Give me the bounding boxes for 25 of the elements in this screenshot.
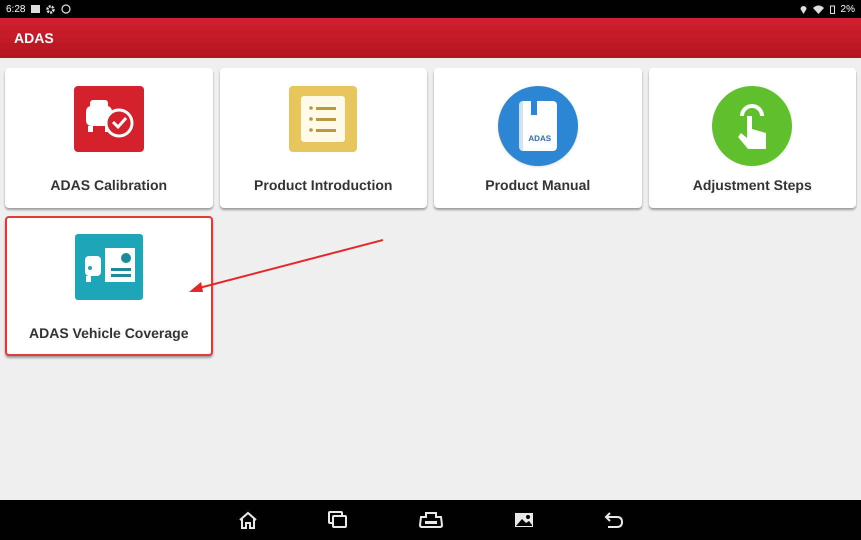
circle-icon [61, 4, 72, 14]
menu-tile[interactable]: Adjustment Steps [648, 68, 856, 208]
menu-tile[interactable]: ADAS Vehicle Coverage [5, 216, 212, 356]
book-label: ADAS [528, 135, 552, 143]
clock-text: 6:28 [6, 2, 26, 16]
wifi-icon [812, 4, 824, 14]
list-icon [289, 86, 358, 152]
location-icon [800, 4, 807, 14]
menu-tile[interactable]: Product Introduction [220, 68, 427, 208]
back-icon[interactable] [604, 511, 624, 529]
menu-tile[interactable]: ADAS Product Manual [434, 68, 642, 208]
battery-percent: 2% [840, 2, 855, 16]
image-icon [31, 5, 40, 13]
tap-hand-icon [712, 86, 792, 166]
image-icon[interactable] [514, 512, 534, 528]
header-title: ADAS [14, 28, 54, 48]
gear-icon [46, 4, 56, 14]
menu-tile[interactable]: ADAS Calibration [5, 68, 212, 208]
car-card-icon [74, 234, 143, 300]
home-icon[interactable] [238, 511, 258, 529]
car-check-icon [74, 86, 144, 154]
connector-icon[interactable] [418, 511, 444, 529]
recents-icon[interactable] [328, 511, 348, 529]
bookmark-icon [530, 101, 537, 115]
battery-icon [830, 4, 835, 14]
